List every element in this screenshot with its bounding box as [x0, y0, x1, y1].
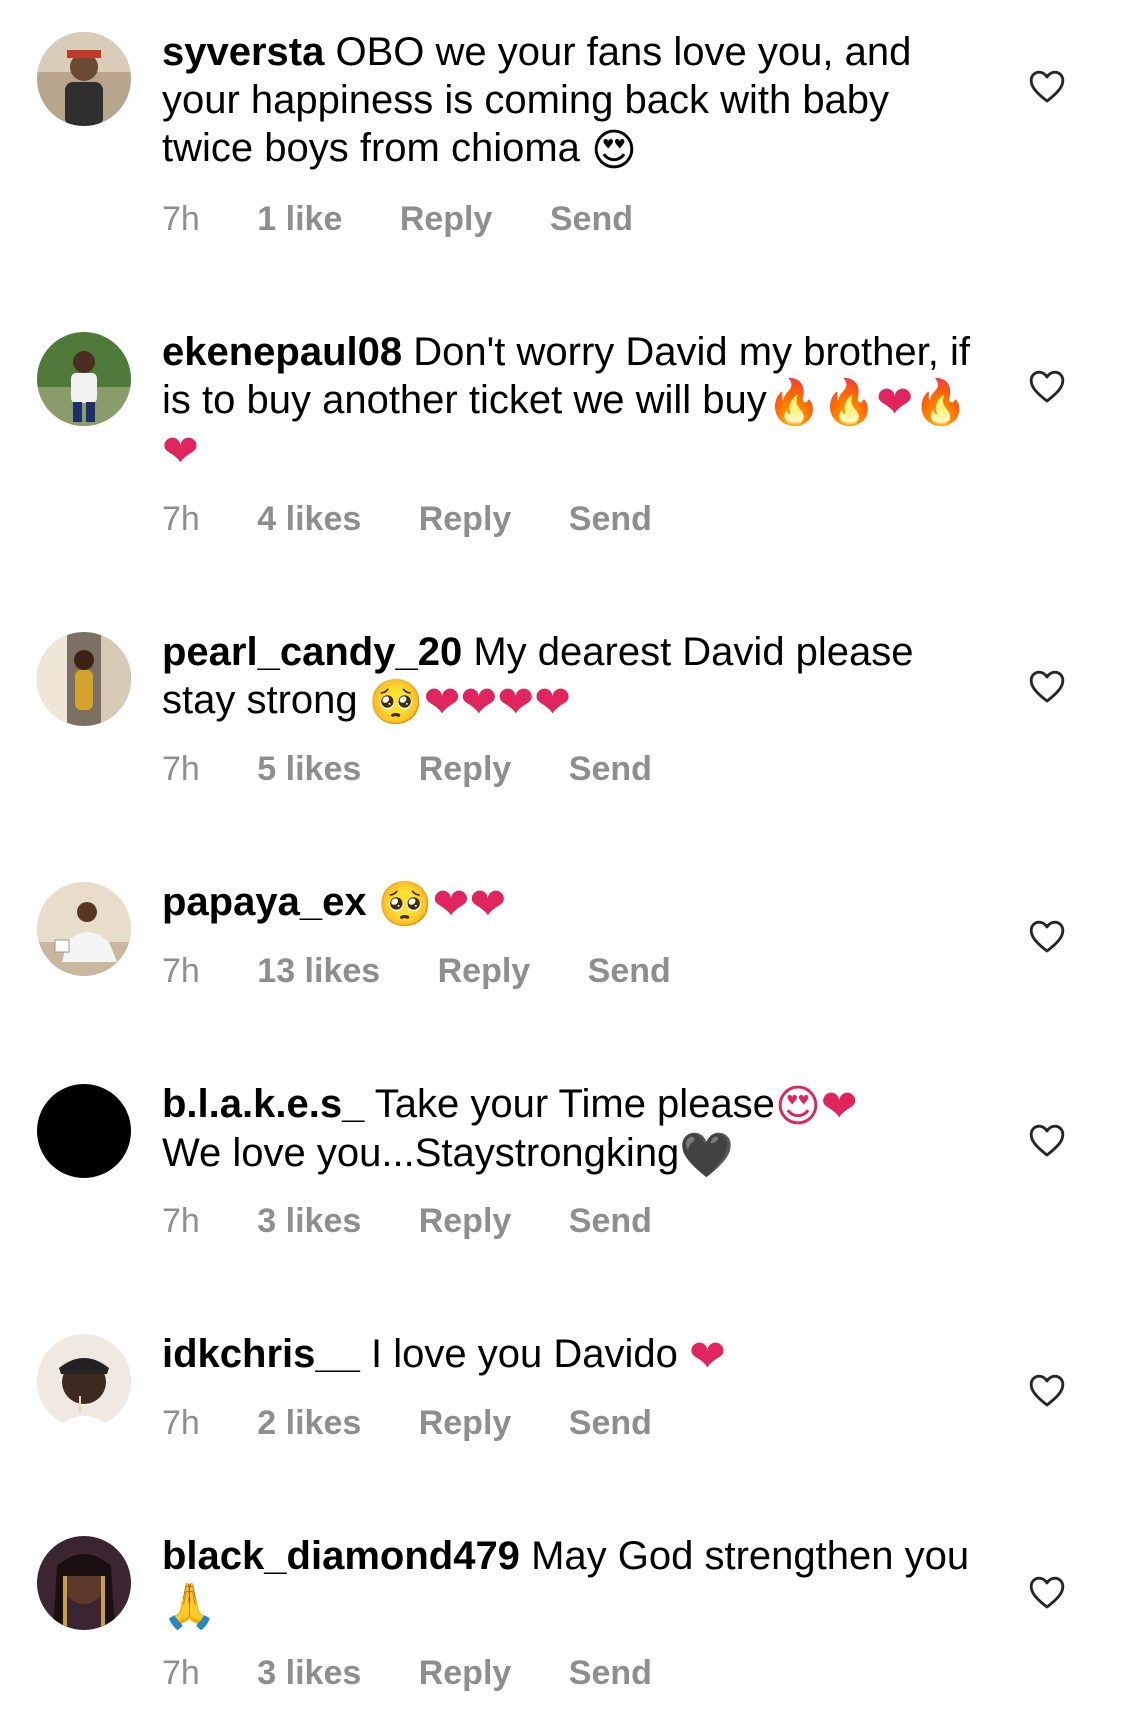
comment-time: 7h — [162, 750, 200, 788]
emoji-pleading-hearts: 🥺❤❤ — [377, 879, 507, 930]
send-button[interactable]: Send — [588, 952, 671, 991]
comment-meta: 7h 13 likes Reply Send — [162, 952, 719, 991]
comment-meta: 7h 2 likes Reply Send — [162, 1404, 700, 1443]
comment-body: idkchris__ I love you Davido ❤ — [162, 1330, 982, 1379]
avatar[interactable] — [37, 1334, 131, 1428]
comment-body: papaya_ex 🥺❤❤ — [162, 878, 982, 927]
like-heart-icon[interactable] — [1028, 1372, 1066, 1408]
comment-likes[interactable]: 1 like — [257, 200, 342, 239]
like-heart-icon[interactable] — [1028, 918, 1066, 954]
avatar[interactable] — [37, 632, 131, 726]
emoji-folded-hands: 🙏 — [162, 1581, 217, 1632]
comment-message: May God strengthen you — [531, 1534, 970, 1578]
comment-likes[interactable]: 2 likes — [257, 1404, 361, 1443]
comment-message-line2: We love you...Staystrongking — [162, 1131, 680, 1175]
comment-time: 7h — [162, 952, 200, 990]
comment-meta: 7h 3 likes Reply Send — [162, 1654, 700, 1693]
reply-button[interactable]: Reply — [419, 1654, 512, 1693]
emoji-pleading-hearts: 🥺❤❤❤❤ — [368, 677, 572, 728]
emoji-red-heart: ❤ — [688, 1331, 726, 1382]
comment-text: pearl_candy_20 My dearest David please s… — [162, 628, 982, 725]
comment-likes[interactable]: 5 likes — [257, 750, 361, 789]
comment-text: b.l.a.k.e.s_ Take your Time please😍❤ We … — [162, 1080, 982, 1178]
comment-text: ekenepaul08 Don't worry David my brother… — [162, 328, 982, 474]
avatar[interactable] — [37, 1536, 131, 1630]
comment-time: 7h — [162, 1654, 200, 1692]
like-heart-icon[interactable] — [1028, 368, 1066, 404]
comment-username[interactable]: syversta — [162, 30, 324, 74]
comment-message: I love you Davido — [371, 1332, 678, 1376]
comment-time: 7h — [162, 200, 200, 238]
comment-body: ekenepaul08 Don't worry David my brother… — [162, 328, 982, 474]
send-button[interactable]: Send — [569, 500, 652, 539]
avatar[interactable] — [37, 332, 131, 426]
comment-body: b.l.a.k.e.s_ Take your Time please😍❤ We … — [162, 1080, 982, 1178]
reply-button[interactable]: Reply — [438, 952, 531, 991]
comment-text: black_diamond479 May God strengthen you … — [162, 1532, 982, 1629]
emoji-heart-eyes: 😍 — [591, 125, 637, 176]
comment-meta: 7h 4 likes Reply Send — [162, 500, 700, 539]
comment-username[interactable]: papaya_ex — [162, 880, 367, 924]
reply-button[interactable]: Reply — [400, 200, 493, 239]
like-heart-icon[interactable] — [1028, 1122, 1066, 1158]
comment-likes[interactable]: 13 likes — [257, 952, 380, 991]
send-button[interactable]: Send — [569, 1404, 652, 1443]
comment-time: 7h — [162, 1404, 200, 1442]
comment-text: syversta OBO we your fans love you, and … — [162, 28, 982, 173]
comment-meta: 7h 3 likes Reply Send — [162, 1202, 700, 1241]
comment-username[interactable]: idkchris__ — [162, 1332, 360, 1376]
comment-likes[interactable]: 3 likes — [257, 1202, 361, 1241]
comment-meta: 7h 5 likes Reply Send — [162, 750, 700, 789]
comment-likes[interactable]: 4 likes — [257, 500, 361, 539]
reply-button[interactable]: Reply — [419, 1404, 512, 1443]
send-button[interactable]: Send — [550, 200, 633, 239]
avatar[interactable] — [37, 32, 131, 126]
send-button[interactable]: Send — [569, 1654, 652, 1693]
comment-username[interactable]: ekenepaul08 — [162, 330, 402, 374]
reply-button[interactable]: Reply — [419, 1202, 512, 1241]
reply-button[interactable]: Reply — [419, 500, 512, 539]
comment-username[interactable]: pearl_candy_20 — [162, 630, 462, 674]
comment-likes[interactable]: 3 likes — [257, 1654, 361, 1693]
emoji-black-heart: 🖤 — [679, 1130, 735, 1181]
avatar[interactable] — [37, 1084, 131, 1178]
send-button[interactable]: Send — [569, 750, 652, 789]
comment-body: pearl_candy_20 My dearest David please s… — [162, 628, 982, 725]
comment-time: 7h — [162, 500, 200, 538]
emoji-heart-eyes-heart: 😍❤ — [774, 1081, 858, 1132]
comment-time: 7h — [162, 1202, 200, 1240]
like-heart-icon[interactable] — [1028, 1574, 1066, 1610]
comment-meta: 7h 1 like Reply Send — [162, 200, 681, 239]
comment-message: Take your Time please — [374, 1082, 775, 1126]
comment-body: black_diamond479 May God strengthen you … — [162, 1532, 982, 1629]
comment-username[interactable]: b.l.a.k.e.s_ — [162, 1082, 364, 1126]
comment-body: syversta OBO we your fans love you, and … — [162, 28, 982, 173]
comment-text: papaya_ex 🥺❤❤ — [162, 878, 982, 927]
reply-button[interactable]: Reply — [419, 750, 512, 789]
like-heart-icon[interactable] — [1028, 68, 1066, 104]
like-heart-icon[interactable] — [1028, 668, 1066, 704]
comment-text: idkchris__ I love you Davido ❤ — [162, 1330, 982, 1379]
avatar[interactable] — [37, 882, 131, 976]
comment-username[interactable]: black_diamond479 — [162, 1534, 520, 1578]
send-button[interactable]: Send — [569, 1202, 652, 1241]
